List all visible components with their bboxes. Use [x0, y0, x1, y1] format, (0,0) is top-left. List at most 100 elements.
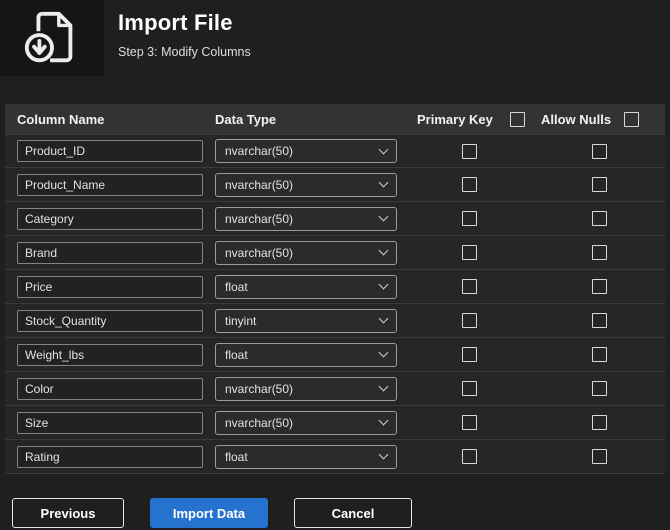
data-type-cell: nvarchar(50): [211, 139, 405, 163]
allow-nulls-checkbox[interactable]: [592, 211, 607, 226]
column-name-cell: [5, 241, 211, 264]
data-type-value: nvarchar(50): [225, 245, 294, 260]
column-name-input[interactable]: [17, 173, 203, 196]
table-body: nvarchar(50) nvarchar(50): [5, 134, 665, 474]
chevron-down-icon: [378, 177, 389, 188]
data-type-header: Data Type: [215, 111, 277, 127]
column-name-input[interactable]: [17, 343, 203, 366]
primary-key-cell: [405, 347, 533, 362]
column-name-cell: [5, 207, 211, 230]
data-type-cell: nvarchar(50): [211, 376, 405, 401]
column-name-input[interactable]: [17, 445, 203, 468]
table-row: float: [5, 338, 665, 372]
data-type-select[interactable]: nvarchar(50): [215, 172, 397, 197]
primary-key-cell: [405, 381, 533, 396]
allow-nulls-checkbox[interactable]: [592, 347, 607, 362]
allow-nulls-cell: [533, 279, 666, 294]
column-name-cell: [5, 445, 211, 468]
table-row: float: [5, 440, 665, 474]
column-name-cell: [5, 140, 211, 162]
primary-key-header-label: Primary Key: [417, 111, 493, 127]
footer-buttons: Previous Import Data Cancel: [0, 474, 670, 528]
allow-nulls-checkbox[interactable]: [592, 279, 607, 294]
data-type-cell: float: [211, 444, 405, 469]
primary-key-cell: [405, 415, 533, 430]
allow-nulls-checkbox[interactable]: [592, 313, 607, 328]
column-name-input[interactable]: [17, 377, 203, 400]
primary-key-checkbox[interactable]: [461, 347, 477, 362]
data-type-cell: nvarchar(50): [211, 172, 405, 197]
file-import-icon: [0, 0, 104, 76]
table-row: nvarchar(50): [5, 134, 665, 168]
chevron-down-icon: [378, 449, 389, 460]
primary-key-checkbox[interactable]: [461, 415, 477, 430]
data-type-select[interactable]: tinyint: [215, 308, 397, 333]
table-row: nvarchar(50): [5, 406, 665, 440]
allow-nulls-cell: [533, 347, 666, 362]
primary-key-checkbox[interactable]: [461, 279, 477, 294]
table-row: float: [5, 270, 665, 304]
column-name-input[interactable]: [17, 411, 203, 434]
data-type-select[interactable]: nvarchar(50): [215, 376, 397, 401]
data-type-select[interactable]: nvarchar(50): [215, 139, 397, 163]
data-type-select[interactable]: nvarchar(50): [215, 240, 397, 265]
allow-nulls-cell: [533, 313, 666, 328]
primary-key-checkbox[interactable]: [461, 381, 477, 396]
primary-key-checkbox[interactable]: [461, 245, 477, 260]
allow-nulls-select-all-checkbox[interactable]: [624, 111, 640, 127]
allow-nulls-cell: [533, 143, 666, 159]
primary-key-checkbox[interactable]: [461, 143, 477, 159]
data-type-value: float: [225, 279, 248, 294]
chevron-down-icon: [378, 415, 389, 426]
column-name-cell: [5, 275, 211, 298]
allow-nulls-cell: [533, 245, 666, 260]
data-type-value: nvarchar(50): [225, 415, 294, 430]
data-type-value: tinyint: [225, 313, 257, 328]
data-type-cell: tinyint: [211, 308, 405, 333]
allow-nulls-checkbox[interactable]: [592, 415, 607, 430]
dialog-header: Import File Step 3: Modify Columns: [0, 0, 670, 98]
cancel-button[interactable]: Cancel: [294, 498, 412, 528]
primary-key-cell: [405, 279, 533, 294]
chevron-down-icon: [378, 381, 389, 392]
data-type-select[interactable]: nvarchar(50): [215, 410, 397, 435]
chevron-down-icon: [378, 313, 389, 324]
allow-nulls-checkbox[interactable]: [592, 143, 607, 159]
data-type-value: nvarchar(50): [225, 211, 294, 226]
column-name-input[interactable]: [17, 309, 203, 332]
primary-key-cell: [405, 143, 533, 159]
data-type-select[interactable]: nvarchar(50): [215, 206, 397, 231]
table-row: nvarchar(50): [5, 168, 665, 202]
data-type-select[interactable]: float: [215, 342, 397, 367]
primary-key-select-all-checkbox[interactable]: [509, 111, 525, 127]
data-type-cell: nvarchar(50): [211, 206, 405, 231]
primary-key-cell: [405, 211, 533, 226]
primary-key-checkbox[interactable]: [461, 449, 477, 464]
column-name-input[interactable]: [17, 207, 203, 230]
primary-key-checkbox[interactable]: [461, 177, 477, 192]
column-name-input[interactable]: [17, 241, 203, 264]
allow-nulls-cell: [533, 211, 666, 226]
allow-nulls-checkbox[interactable]: [592, 245, 607, 260]
chevron-down-icon: [378, 245, 389, 256]
import-data-button[interactable]: Import Data: [150, 498, 268, 528]
column-name-input[interactable]: [17, 275, 203, 298]
table-row: nvarchar(50): [5, 202, 665, 236]
data-type-value: float: [225, 449, 248, 464]
allow-nulls-checkbox[interactable]: [592, 449, 607, 464]
allow-nulls-header-label: Allow Nulls: [541, 111, 612, 127]
data-type-select[interactable]: float: [215, 444, 397, 469]
allow-nulls-checkbox[interactable]: [592, 177, 607, 192]
data-type-select[interactable]: float: [215, 274, 397, 299]
column-name-cell: [5, 309, 211, 332]
data-type-value: float: [225, 347, 248, 362]
primary-key-checkbox[interactable]: [461, 211, 477, 226]
allow-nulls-checkbox[interactable]: [592, 381, 607, 396]
primary-key-checkbox[interactable]: [461, 313, 477, 328]
column-name-input[interactable]: [17, 140, 203, 162]
allow-nulls-cell: [533, 177, 666, 192]
column-name-cell: [5, 343, 211, 366]
previous-button[interactable]: Previous: [12, 498, 124, 528]
table-row: tinyint: [5, 304, 665, 338]
allow-nulls-cell: [533, 381, 666, 396]
